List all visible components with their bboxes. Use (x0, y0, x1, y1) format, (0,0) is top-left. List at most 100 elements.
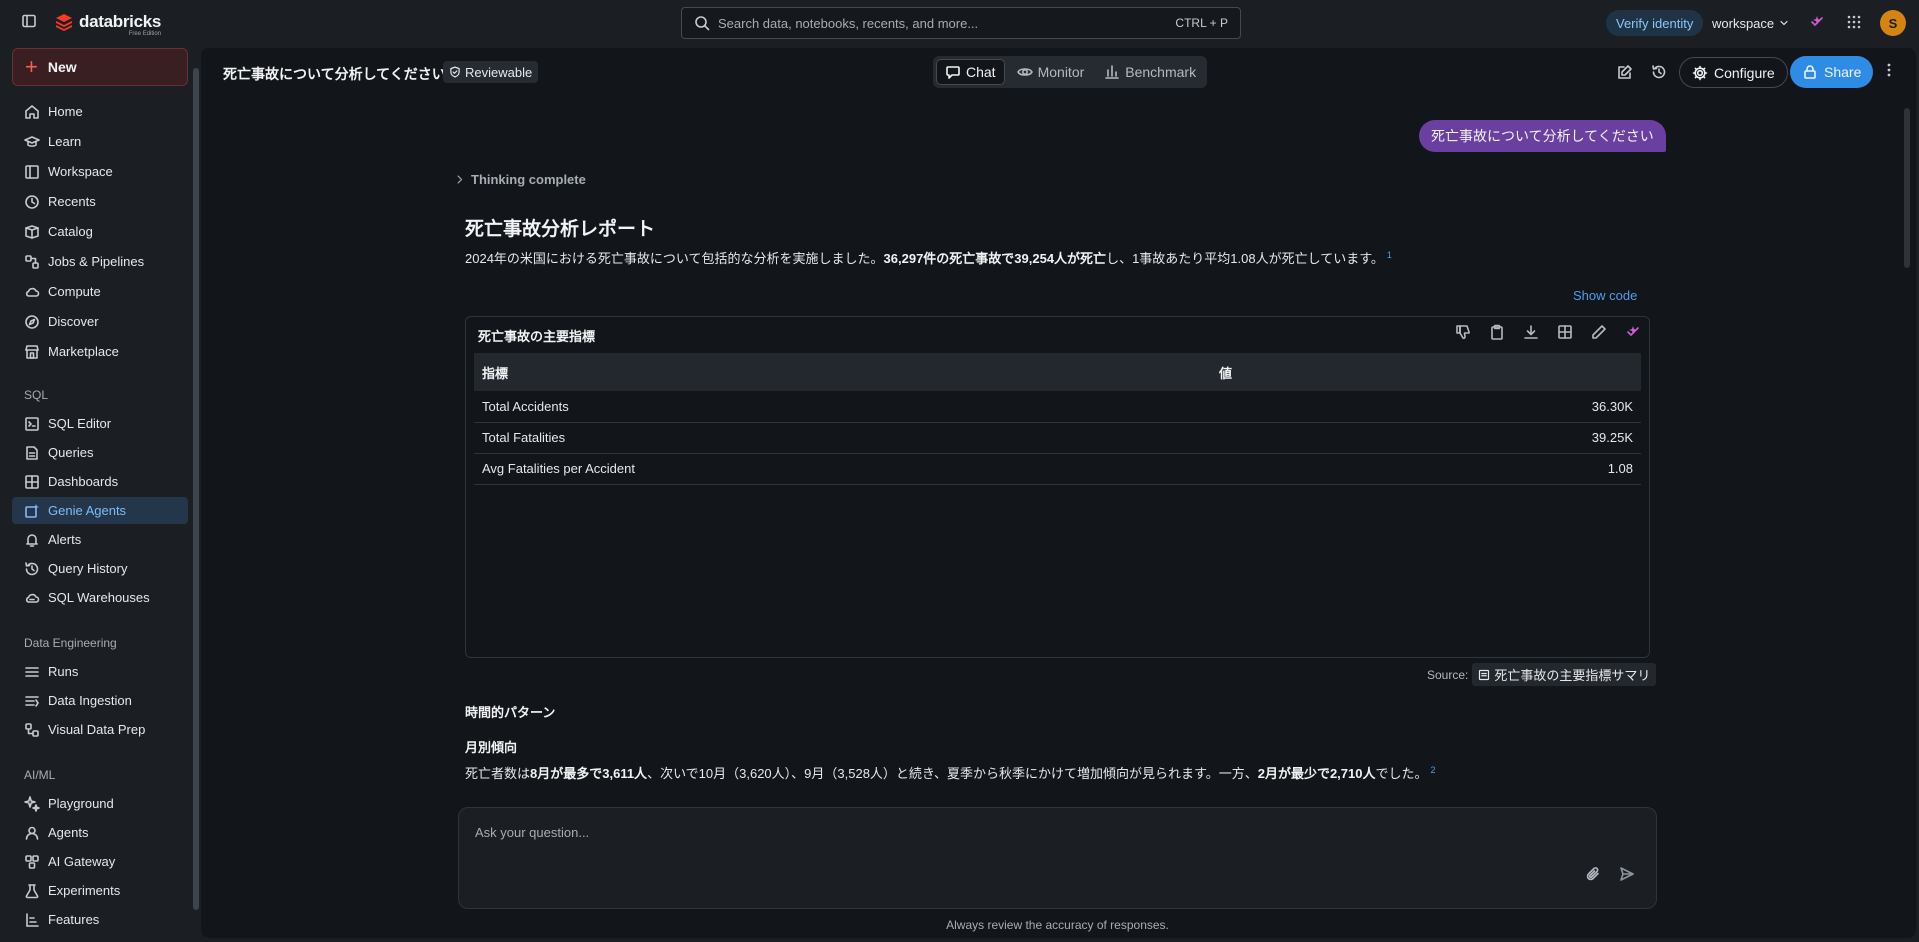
column-header-metric[interactable]: 指標 (474, 353, 1211, 391)
table-cell: Avg Fatalities per Accident (474, 453, 1211, 485)
table-title: 死亡事故の主要指標 (478, 329, 596, 344)
databricks-logo[interactable]: databricks Free Edition (55, 13, 161, 37)
download-icon[interactable] (1523, 324, 1539, 340)
table-cell: Total Accidents (474, 391, 1211, 423)
configure-button[interactable]: Configure (1679, 57, 1788, 88)
tab-benchmark[interactable]: Benchmark (1096, 59, 1204, 85)
sidebar-item-label: Alerts (48, 532, 82, 547)
search-shortcut: CTRL + P (1175, 16, 1228, 30)
table-toolbar (1455, 324, 1641, 340)
workspace-label: workspace (1712, 15, 1775, 31)
sidebar-item-label: Visual Data Prep (48, 722, 146, 737)
tab-chat[interactable]: Chat (936, 59, 1005, 85)
sidebar-item-playground[interactable]: Playground (12, 790, 188, 817)
copy-icon[interactable] (1489, 324, 1505, 340)
features-icon (24, 912, 40, 928)
summary-highlight: 36,297件の死亡事故で39,254人が死亡 (883, 251, 1107, 266)
summary-text-end: し、1事故あたり平均1.08人が死亡しています。 (1106, 251, 1384, 266)
sidebar-item-home[interactable]: Home (12, 98, 188, 125)
sidebar-item-alerts[interactable]: Alerts (12, 526, 188, 553)
column-header-value[interactable]: 値 (1211, 353, 1641, 391)
sidebar-item-discover[interactable]: Discover (12, 308, 188, 335)
paperclip-icon[interactable] (1585, 866, 1601, 882)
ingestion-icon (24, 693, 40, 709)
compass-icon (24, 314, 40, 330)
chevron-right-icon (454, 174, 465, 185)
sql-editor-icon (24, 416, 40, 432)
sidebar-item-workspace[interactable]: Workspace (12, 158, 188, 185)
pencil-icon[interactable] (1591, 324, 1607, 340)
apps-grid-icon[interactable] (1846, 14, 1862, 30)
main-scrollbar[interactable] (1904, 108, 1910, 268)
sidebar-item-label: Learn (48, 134, 82, 149)
sidebar-item-compute[interactable]: Compute (12, 278, 188, 305)
new-chat-edit-icon[interactable] (1617, 64, 1633, 80)
assistant-icon[interactable] (1625, 324, 1641, 340)
learn-icon (24, 134, 40, 150)
sidebar-item-label: AI Gateway (48, 854, 116, 869)
sidebar-item-ai-gateway[interactable]: AI Gateway (12, 848, 188, 875)
data-engineering-section-heading: Data Engineering (24, 636, 117, 650)
sidebar-item-features[interactable]: Features (12, 906, 188, 933)
sidebar-item-catalog[interactable]: Catalog (12, 218, 188, 245)
sidebar-toggle-icon[interactable] (21, 13, 37, 29)
thinking-toggle[interactable]: Thinking complete (454, 172, 586, 187)
kebab-menu-icon[interactable] (1881, 62, 1897, 78)
sidebar-item-genie-agents[interactable]: Genie Agents (12, 497, 188, 524)
sidebar-item-marketplace[interactable]: Marketplace (12, 338, 188, 365)
sidebar-item-visual-data-prep[interactable]: Visual Data Prep (12, 716, 188, 743)
reviewable-badge[interactable]: Reviewable (443, 61, 539, 83)
sidebar-item-runs[interactable]: Runs (12, 658, 188, 685)
source-chip[interactable]: 死亡事故の主要指標サマリ (1472, 663, 1657, 686)
result-table-card: 死亡事故の主要指標 指標 値 Total Accidents 36.30K To… (465, 316, 1650, 658)
show-code-link[interactable]: Show code (1573, 288, 1637, 303)
sidebar-item-data-ingestion[interactable]: Data Ingestion (12, 687, 188, 714)
share-button[interactable]: Share (1790, 56, 1874, 88)
sidebar-item-recents[interactable]: Recents (12, 188, 188, 215)
verify-identity-button[interactable]: Verify identity (1606, 10, 1704, 36)
monthly-trend-paragraph: 死亡者数は8月が最多で3,611人、次いで10月（3,620人）、9月（3,52… (465, 763, 1436, 782)
workspace-switcher[interactable]: workspace (1712, 10, 1790, 36)
new-button[interactable]: + New (12, 48, 188, 86)
table-view-icon[interactable] (1557, 324, 1573, 340)
sidebar-item-query-history[interactable]: Query History (12, 555, 188, 582)
sidebar-item-sql-warehouses[interactable]: SQL Warehouses (12, 584, 188, 611)
sidebar-item-learn[interactable]: Learn (12, 128, 188, 155)
page-title[interactable]: 死亡事故について分析してください (223, 64, 446, 84)
assistant-icon[interactable] (1809, 14, 1825, 30)
source-label: Source: (1427, 667, 1469, 682)
sidebar-item-agents[interactable]: Agents (12, 819, 188, 846)
citation-link[interactable]: 1 (1387, 250, 1392, 260)
send-icon[interactable] (1619, 866, 1635, 882)
sidebar-item-label: Dashboards (48, 474, 119, 489)
sidebar-item-jobs-pipelines[interactable]: Jobs & Pipelines (12, 248, 188, 275)
global-search-bar[interactable]: Search data, notebooks, recents, and mor… (681, 7, 1241, 39)
sidebar-scrollbar[interactable] (193, 68, 199, 910)
sidebar-item-label: Playground (48, 796, 114, 811)
trend-highlight: 8月が最多で3,611人 (530, 766, 648, 781)
chat-history-icon[interactable] (1651, 64, 1667, 80)
user-avatar[interactable]: S (1880, 10, 1906, 36)
sidebar-item-label: Data Ingestion (48, 693, 132, 708)
queries-icon (24, 445, 40, 461)
search-placeholder[interactable]: Search data, notebooks, recents, and mor… (718, 16, 1175, 31)
user-message-bubble: 死亡事故について分析してください (1419, 120, 1666, 152)
shield-icon (449, 66, 461, 78)
table-header-row: 指標 値 (474, 353, 1641, 391)
table-cell: 1.08 (1211, 453, 1641, 485)
table-row: Avg Fatalities per Accident 1.08 (474, 453, 1641, 485)
gateway-icon (24, 854, 40, 870)
citation-link[interactable]: 2 (1431, 765, 1436, 775)
tab-monitor[interactable]: Monitor (1009, 59, 1093, 85)
trend-text: でした。 (1375, 766, 1428, 781)
sidebar-item-label: Runs (48, 664, 79, 679)
question-input[interactable] (475, 825, 1575, 840)
sidebar-item-label: Agents (48, 825, 89, 840)
sidebar-item-experiments[interactable]: Experiments (12, 877, 188, 904)
sidebar-item-sql-editor[interactable]: SQL Editor (12, 410, 188, 437)
thumbs-down-icon[interactable] (1455, 324, 1471, 340)
table-row: Total Fatalities 39.25K (474, 422, 1641, 454)
catalog-icon (24, 224, 40, 240)
sidebar-item-queries[interactable]: Queries (12, 439, 188, 466)
sidebar-item-dashboards[interactable]: Dashboards (12, 468, 188, 495)
